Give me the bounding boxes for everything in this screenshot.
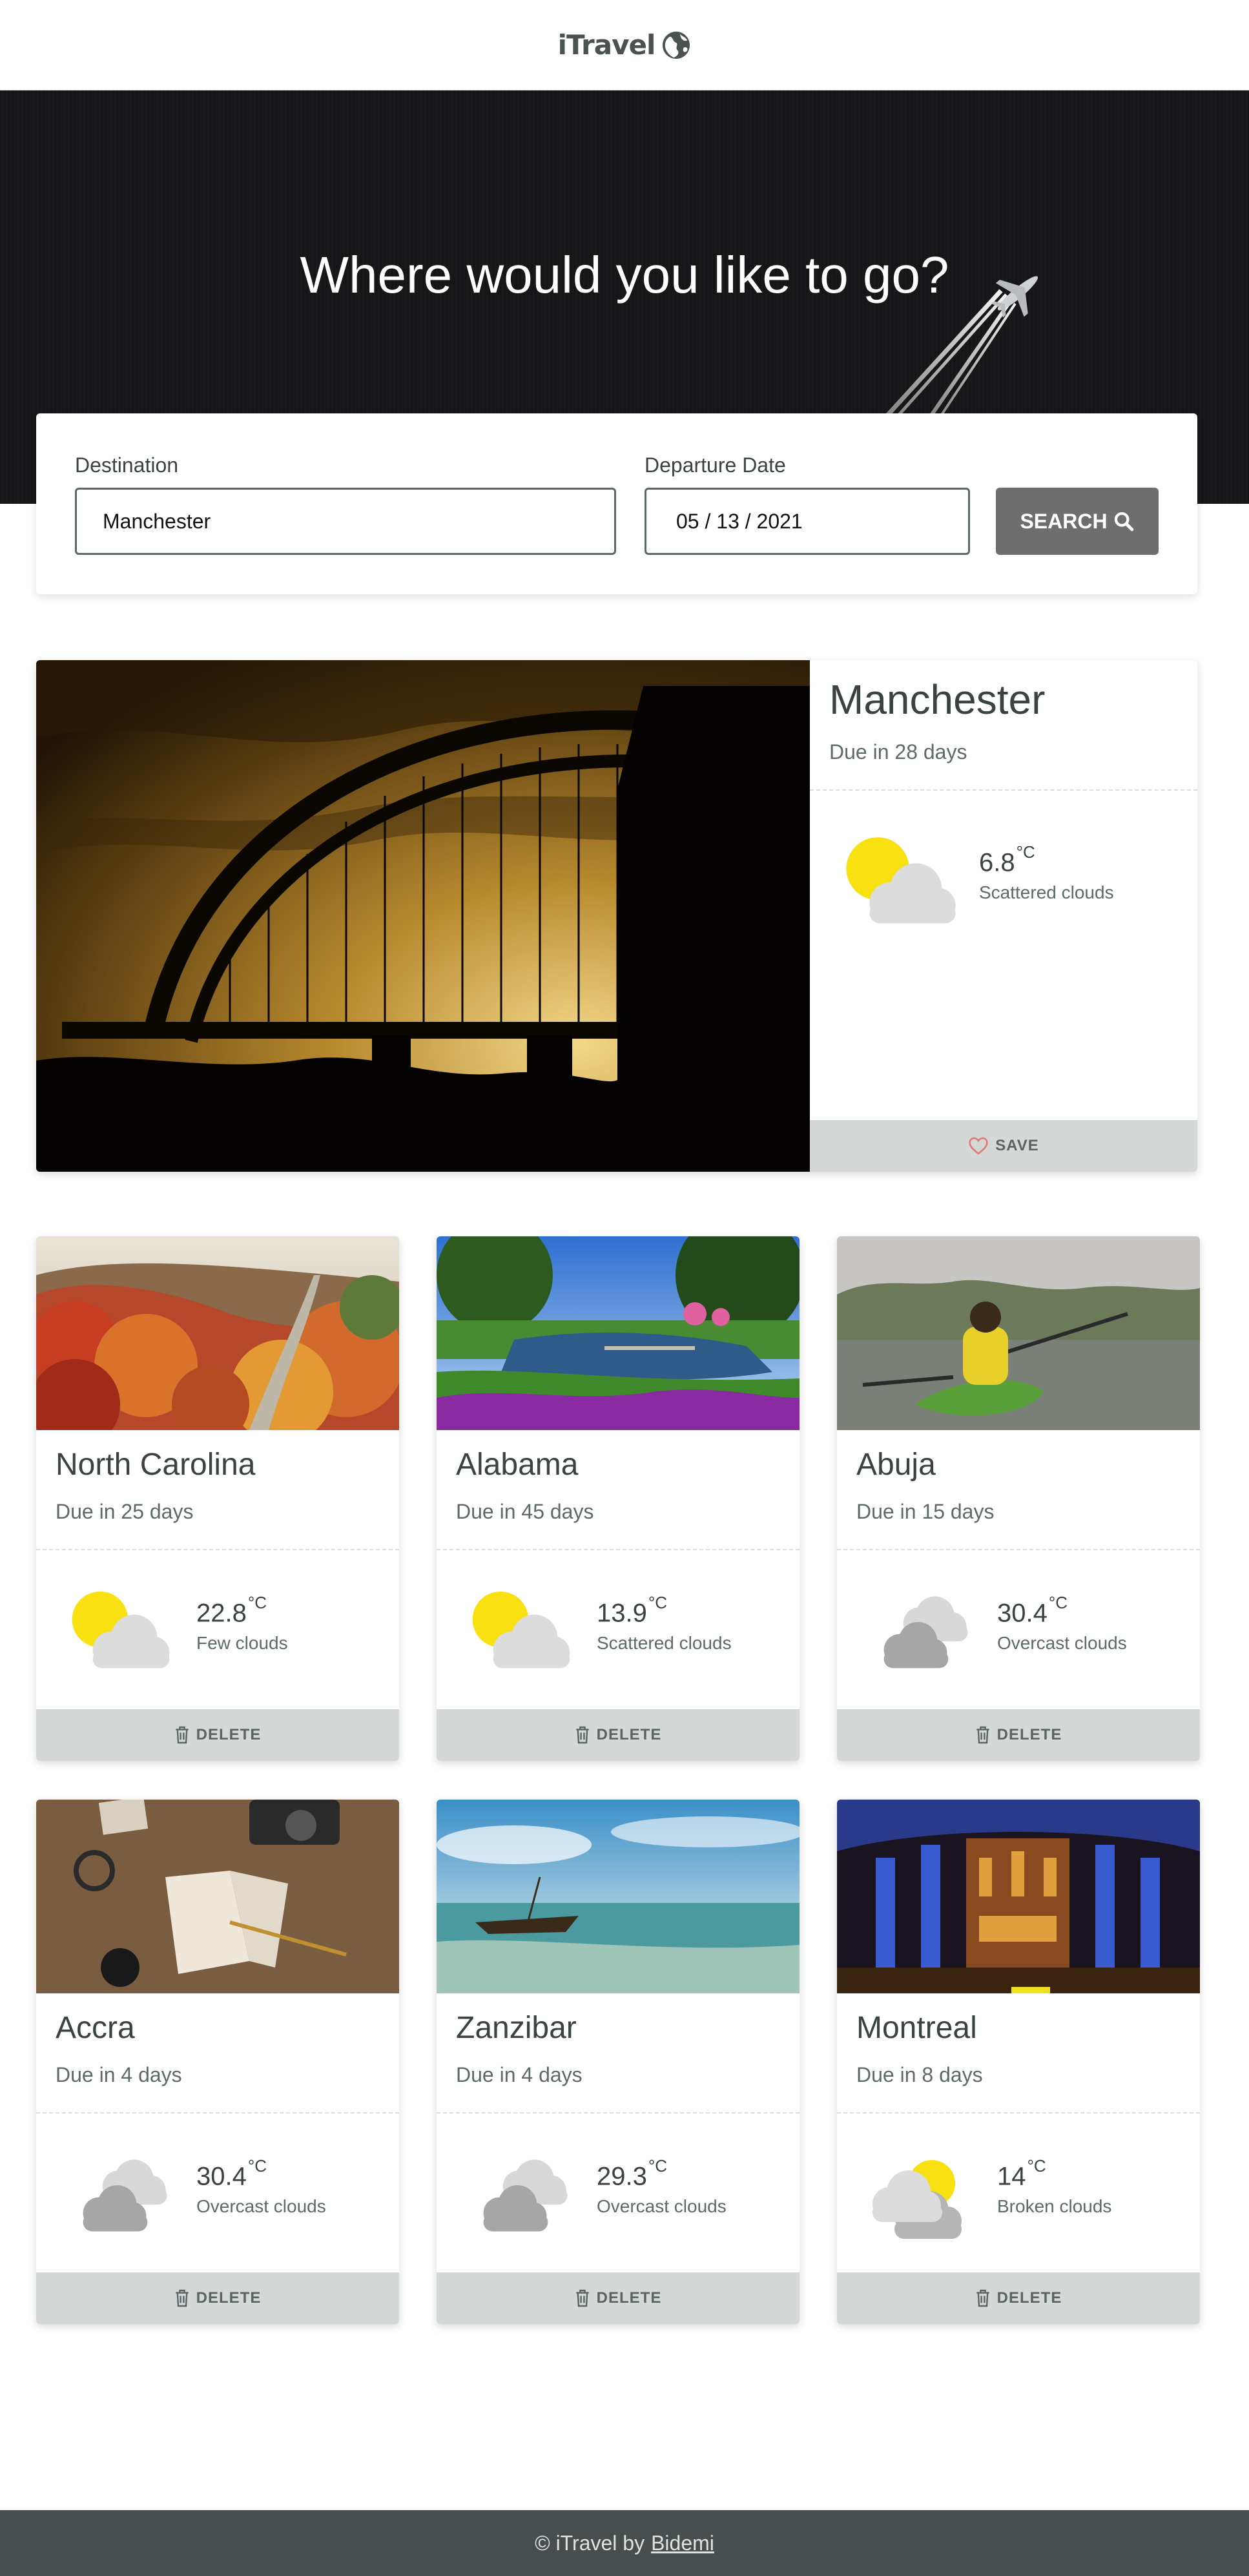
trip-weather-description: Broken clouds: [997, 2196, 1112, 2216]
trash-icon: [176, 2289, 189, 2307]
trip-photo: [837, 1800, 1200, 1993]
divider: [36, 2112, 399, 2114]
save-button[interactable]: SAVE: [810, 1120, 1197, 1172]
trip-name: Montreal: [856, 2011, 977, 2045]
broken-clouds-icon: [856, 2152, 973, 2243]
trip-name: Zanzibar: [456, 2011, 577, 2045]
globe-icon: [663, 31, 690, 59]
sun-cloud-icon: [68, 1589, 172, 1674]
trip-due: Due in 45 days: [456, 1500, 594, 1523]
trip-name: Manchester: [829, 676, 1046, 723]
trip-temperature: 6.8°C: [979, 842, 1035, 877]
bridge-photo: [36, 660, 810, 1172]
featured-trip-details: Manchester Due in 28 days 6.8°C Scattere…: [810, 660, 1197, 1172]
delete-button[interactable]: DELETE: [36, 2272, 399, 2324]
trip-name: Abuja: [856, 1448, 936, 1482]
trip-due: Due in 4 days: [56, 2063, 182, 2086]
footer-text: © iTravel by: [535, 2531, 645, 2555]
delete-button-label: DELETE: [196, 1726, 262, 1743]
trip-weather-description: Overcast clouds: [997, 1633, 1127, 1653]
trip-weather-description: Scattered clouds: [597, 1633, 732, 1653]
trip-photo: [36, 1800, 399, 1993]
trip-name: North Carolina: [56, 1448, 256, 1482]
logo-text: iTravel: [557, 29, 656, 61]
destination-input[interactable]: Manchester: [75, 488, 616, 555]
trip-photo: [36, 1236, 399, 1430]
trip-photo: [437, 1800, 800, 1993]
save-button-label: SAVE: [995, 1137, 1039, 1154]
hero-title: Where would you like to go?: [300, 246, 949, 304]
delete-button-label: DELETE: [996, 1726, 1062, 1743]
author-link[interactable]: Bidemi: [651, 2531, 714, 2555]
delete-button[interactable]: DELETE: [437, 2272, 800, 2324]
trip-card: Montreal Due in 8 days 14°C Broken cloud…: [837, 1800, 1200, 2324]
delete-button[interactable]: DELETE: [437, 1709, 800, 1761]
delete-button-label: DELETE: [996, 2289, 1062, 2307]
divider: [810, 789, 1197, 791]
trip-due: Due in 25 days: [56, 1500, 194, 1523]
trip-temperature: 13.9°C: [597, 1593, 668, 1628]
search-button-label: SEARCH: [1020, 509, 1108, 533]
trip-due: Due in 28 days: [829, 740, 967, 763]
destination-label: Destination: [75, 453, 179, 477]
trip-temperature: 29.3°C: [597, 2156, 668, 2191]
divider: [837, 1549, 1200, 1550]
trash-icon: [576, 1726, 589, 1744]
trip-card: Alabama Due in 45 days 13.9°C Scattered …: [437, 1236, 800, 1761]
top-header: iTravel: [0, 0, 1249, 90]
search-icon: [1114, 512, 1133, 532]
trip-card: Zanzibar Due in 4 days 29.3°C Overcast c…: [437, 1800, 800, 2324]
trip-temperature: 14°C: [997, 2156, 1046, 2191]
divider: [837, 2112, 1200, 2114]
search-button[interactable]: SEARCH: [996, 488, 1159, 555]
delete-button-label: DELETE: [596, 1726, 662, 1743]
trip-due: Due in 15 days: [856, 1500, 995, 1523]
trip-photo: [837, 1236, 1200, 1430]
trash-icon: [576, 2289, 589, 2307]
trip-weather-description: Overcast clouds: [196, 2196, 326, 2216]
sun-cloud-icon: [842, 835, 958, 930]
logo[interactable]: iTravel: [558, 29, 692, 61]
trip-temperature: 30.4°C: [196, 2156, 267, 2191]
trip-name: Alabama: [456, 1448, 579, 1482]
trip-card: Abuja Due in 15 days 30.4°C Overcast clo…: [837, 1236, 1200, 1761]
delete-button-label: DELETE: [596, 2289, 662, 2307]
trip-temperature: 30.4°C: [997, 1593, 1068, 1628]
trip-weather-description: Few clouds: [196, 1633, 288, 1653]
trash-icon: [976, 2289, 989, 2307]
search-form: Destination Manchester Departure Date 05…: [36, 413, 1197, 594]
overcast-icon: [469, 2152, 572, 2238]
featured-trip-card: Manchester Due in 28 days 6.8°C Scattere…: [36, 660, 1197, 1172]
departure-date-label: Departure Date: [645, 453, 786, 477]
overcast-icon: [68, 2152, 172, 2238]
delete-button-label: DELETE: [196, 2289, 262, 2307]
trip-due: Due in 4 days: [456, 2063, 583, 2086]
page-footer: © iTravel by Bidemi: [0, 2510, 1249, 2576]
trip-due: Due in 8 days: [856, 2063, 983, 2086]
divider: [437, 1549, 800, 1550]
trip-weather-description: Overcast clouds: [597, 2196, 727, 2216]
overcast-icon: [869, 1589, 973, 1674]
delete-button[interactable]: DELETE: [837, 1709, 1200, 1761]
trash-icon: [176, 1726, 189, 1744]
sun-cloud-icon: [469, 1589, 572, 1674]
trip-card: Accra Due in 4 days 30.4°C Overcast clou…: [36, 1800, 399, 2324]
delete-button[interactable]: DELETE: [837, 2272, 1200, 2324]
trip-photo: [437, 1236, 800, 1430]
delete-button[interactable]: DELETE: [36, 1709, 399, 1761]
departure-date-input[interactable]: 05 / 13 / 2021: [645, 488, 970, 555]
trip-temperature: 22.8°C: [196, 1593, 267, 1628]
trip-name: Accra: [56, 2011, 135, 2045]
trip-card: North Carolina Due in 25 days 22.8°C Few…: [36, 1236, 399, 1761]
trip-weather-description: Scattered clouds: [979, 882, 1114, 902]
divider: [36, 1549, 399, 1550]
heart-icon: [969, 1137, 988, 1155]
divider: [437, 2112, 800, 2114]
trash-icon: [976, 1726, 989, 1744]
